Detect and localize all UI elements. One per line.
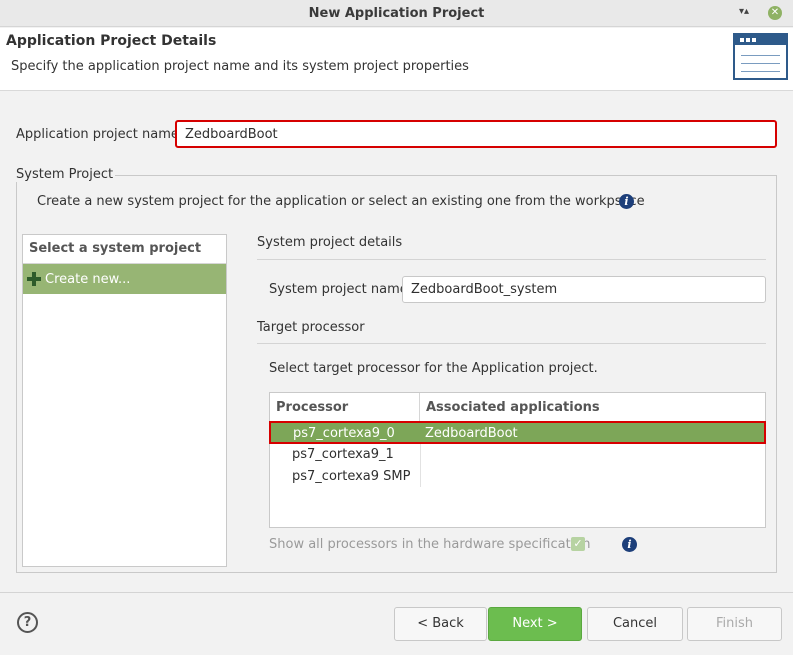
show-all-processors-label: Show all processors in the hardware spec… [269,537,591,552]
next-button[interactable]: Next > [488,607,582,641]
system-project-group-label: System Project [16,167,116,182]
processor-cell: ps7_cortexa9_1 [292,447,394,462]
app-project-name-value: ZedboardBoot [185,126,278,142]
list-item-label: Create new... [45,271,131,287]
processor-table: Processor Associated applications ps7_co… [269,392,766,528]
show-all-processors-checkbox[interactable]: ✓ [571,537,585,551]
cancel-button[interactable]: Cancel [587,607,683,641]
footer-divider [0,592,793,593]
close-icon[interactable]: ✕ [768,6,782,20]
system-project-details-title: System project details [257,235,403,250]
divider [257,259,766,260]
column-header-associated-applications[interactable]: Associated applications [420,393,765,423]
processor-cell: ps7_cortexa9 SMP [292,469,411,484]
window-title: New Application Project [308,6,485,21]
system-project-name-input[interactable]: ZedboardBoot_system [402,276,766,303]
system-project-list-header: Select a system project [23,235,226,264]
page-title: Application Project Details [6,33,217,49]
wizard-window-icon [733,33,788,80]
plus-icon [27,272,41,286]
back-button[interactable]: < Back [394,607,487,641]
title-bar: New Application Project ▾▴ ✕ [0,0,793,27]
page-description: Specify the application project name and… [11,59,469,74]
column-header-processor[interactable]: Processor [270,393,420,423]
divider [257,343,766,344]
associated-app-cell: ZedboardBoot [425,426,518,441]
info-icon[interactable]: i [622,537,637,552]
finish-button[interactable]: Finish [687,607,782,641]
processor-cell: ps7_cortexa9_0 [293,426,395,441]
target-processor-title: Target processor [257,320,365,335]
system-project-description: Create a new system project for the appl… [37,194,645,209]
restore-icon[interactable]: ▾▴ [739,6,753,20]
wizard-header: Application Project Details Specify the … [0,28,793,91]
table-row[interactable]: ps7_cortexa9 SMP [270,466,765,488]
info-icon[interactable]: i [619,194,634,209]
table-row-selected[interactable]: ps7_cortexa9_0 ZedboardBoot [269,421,766,444]
list-item-create-new[interactable]: Create new... [23,264,226,294]
system-project-name-label: System project name: [269,282,413,297]
system-project-name-value: ZedboardBoot_system [411,282,558,297]
app-project-name-label: Application project name: [16,127,184,142]
help-icon[interactable]: ? [17,612,38,633]
table-row[interactable]: ps7_cortexa9_1 [270,444,765,466]
app-project-name-input[interactable]: ZedboardBoot [175,120,777,148]
target-processor-instruction: Select target processor for the Applicat… [269,361,598,376]
system-project-list: Select a system project Create new... [22,234,227,567]
